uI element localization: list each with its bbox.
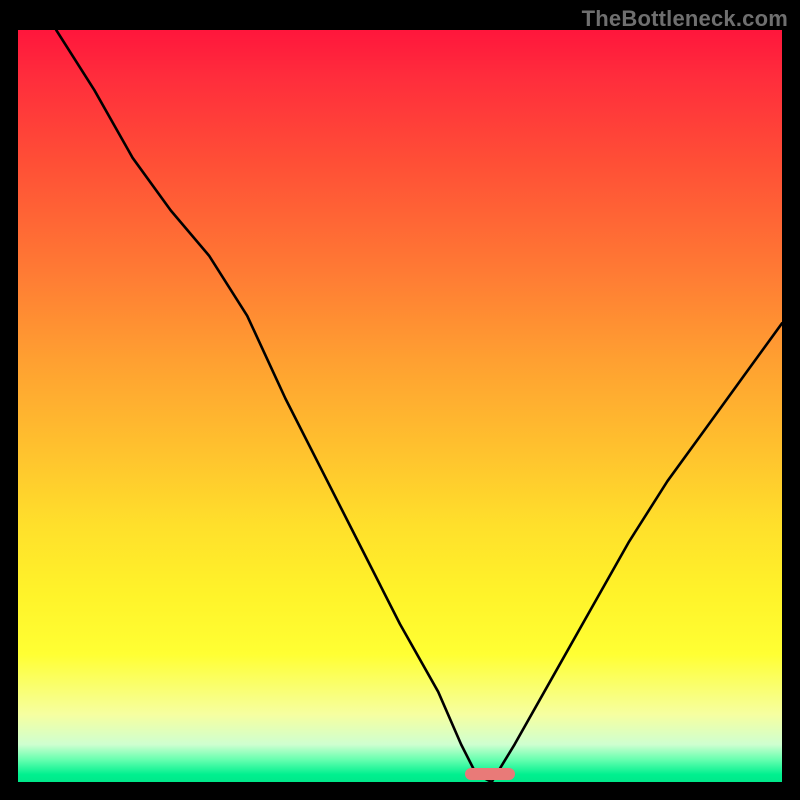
watermark-text: TheBottleneck.com [582,6,788,32]
optimal-range-marker [465,768,515,780]
right-curve-path [492,323,782,782]
plot-area [18,30,782,782]
curves-svg [18,30,782,782]
left-curve-path [56,30,492,782]
chart-container: { "watermark": "TheBottleneck.com", "cha… [0,0,800,800]
